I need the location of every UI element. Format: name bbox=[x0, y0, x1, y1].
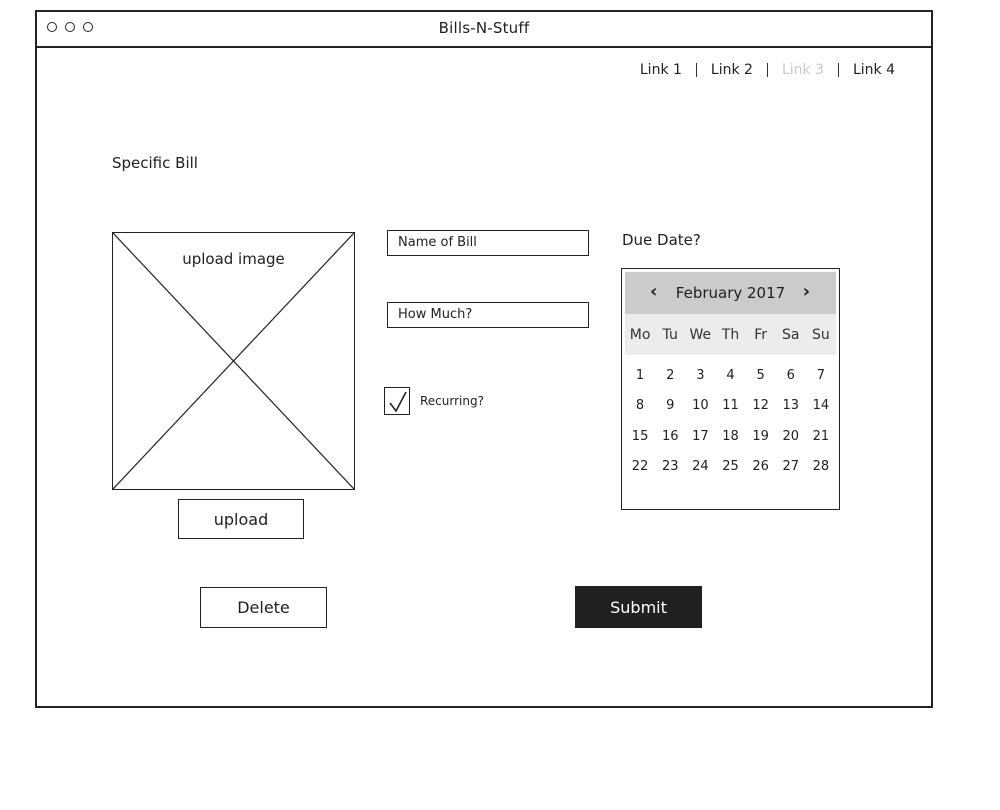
calendar-day[interactable]: 18 bbox=[715, 429, 745, 444]
submit-button[interactable]: Submit bbox=[575, 586, 702, 628]
calendar-month-label: February 2017 bbox=[675, 284, 786, 302]
page-title: Specific Bill bbox=[112, 154, 198, 172]
calendar-day[interactable]: 11 bbox=[715, 398, 745, 413]
calendar-day[interactable]: 1 bbox=[625, 368, 655, 383]
calendar-day[interactable]: 16 bbox=[655, 429, 685, 444]
calendar-day[interactable]: 15 bbox=[625, 429, 655, 444]
calendar-header: ‹ February 2017 › bbox=[625, 272, 836, 314]
title-bar: Bills-N-Stuff bbox=[37, 12, 931, 48]
calendar-day[interactable]: 13 bbox=[776, 398, 806, 413]
nav-link-4[interactable]: Link 4 bbox=[839, 62, 895, 78]
bill-name-input[interactable]: Name of Bill bbox=[387, 230, 589, 256]
top-nav: Link 1 Link 2 Link 3 Link 4 bbox=[626, 62, 895, 78]
calendar-day[interactable]: 24 bbox=[685, 459, 715, 474]
upload-button[interactable]: upload bbox=[178, 499, 304, 539]
calendar-day[interactable]: 9 bbox=[655, 398, 685, 413]
calendar-day[interactable]: 2 bbox=[655, 368, 685, 383]
calendar-day[interactable]: 28 bbox=[806, 459, 836, 474]
amount-input[interactable]: How Much? bbox=[387, 302, 589, 328]
calendar-day[interactable]: 27 bbox=[776, 459, 806, 474]
calendar-day[interactable]: 20 bbox=[776, 429, 806, 444]
chevron-left-icon[interactable]: ‹ bbox=[650, 281, 657, 302]
calendar-day[interactable]: 6 bbox=[776, 368, 806, 383]
window-title: Bills-N-Stuff bbox=[438, 19, 530, 37]
weekday-label: Su bbox=[812, 326, 830, 343]
recurring-label: Recurring? bbox=[420, 394, 484, 408]
image-placeholder[interactable]: upload image bbox=[112, 232, 355, 490]
weekday-label: Fr bbox=[754, 326, 768, 343]
weekday-label: Sa bbox=[782, 326, 800, 343]
weekday-label: Tu bbox=[662, 326, 678, 343]
recurring-checkbox[interactable] bbox=[384, 387, 410, 415]
calendar-day[interactable]: 21 bbox=[806, 429, 836, 444]
calendar-day[interactable]: 4 bbox=[715, 368, 745, 383]
calendar-day[interactable]: 8 bbox=[625, 398, 655, 413]
calendar-day[interactable]: 5 bbox=[746, 368, 776, 383]
calendar-day-grid: 1 2 3 4 5 6 7 8 9 10 11 12 13 14 15 16 17 18 19 20 21 22 23 24 2… bbox=[625, 360, 836, 482]
calendar-day[interactable]: 22 bbox=[625, 459, 655, 474]
image-placeholder-icon bbox=[113, 233, 354, 489]
calendar-weekdays: Mo Tu We Th Fr Sa Su bbox=[625, 314, 836, 355]
calendar-day[interactable]: 25 bbox=[715, 459, 745, 474]
checkmark-icon bbox=[389, 391, 407, 413]
chevron-right-icon[interactable]: › bbox=[803, 281, 810, 302]
calendar-day[interactable]: 14 bbox=[806, 398, 836, 413]
calendar-day[interactable]: 19 bbox=[746, 429, 776, 444]
weekday-label: Mo bbox=[629, 326, 651, 343]
date-picker: ‹ February 2017 › Mo Tu We Th Fr Sa Su 1… bbox=[621, 268, 840, 510]
calendar-day[interactable]: 7 bbox=[806, 368, 836, 383]
calendar-day[interactable]: 10 bbox=[685, 398, 715, 413]
nav-link-3: Link 3 bbox=[781, 62, 824, 78]
calendar-day[interactable]: 17 bbox=[685, 429, 715, 444]
calendar-day[interactable]: 12 bbox=[746, 398, 776, 413]
image-placeholder-label: upload image bbox=[182, 250, 285, 268]
calendar-day[interactable]: 23 bbox=[655, 459, 685, 474]
weekday-label: Th bbox=[721, 326, 740, 343]
nav-link-2[interactable]: Link 2 bbox=[697, 62, 767, 78]
calendar-day[interactable]: 3 bbox=[685, 368, 715, 383]
delete-button[interactable]: Delete bbox=[200, 587, 327, 628]
calendar-day[interactable]: 26 bbox=[746, 459, 776, 474]
weekday-label: We bbox=[689, 326, 712, 343]
browser-window: Bills-N-Stuff Link 1 Link 2 Link 3 Link … bbox=[35, 10, 933, 708]
nav-link-1[interactable]: Link 1 bbox=[626, 62, 696, 78]
due-date-label: Due Date? bbox=[622, 231, 701, 249]
